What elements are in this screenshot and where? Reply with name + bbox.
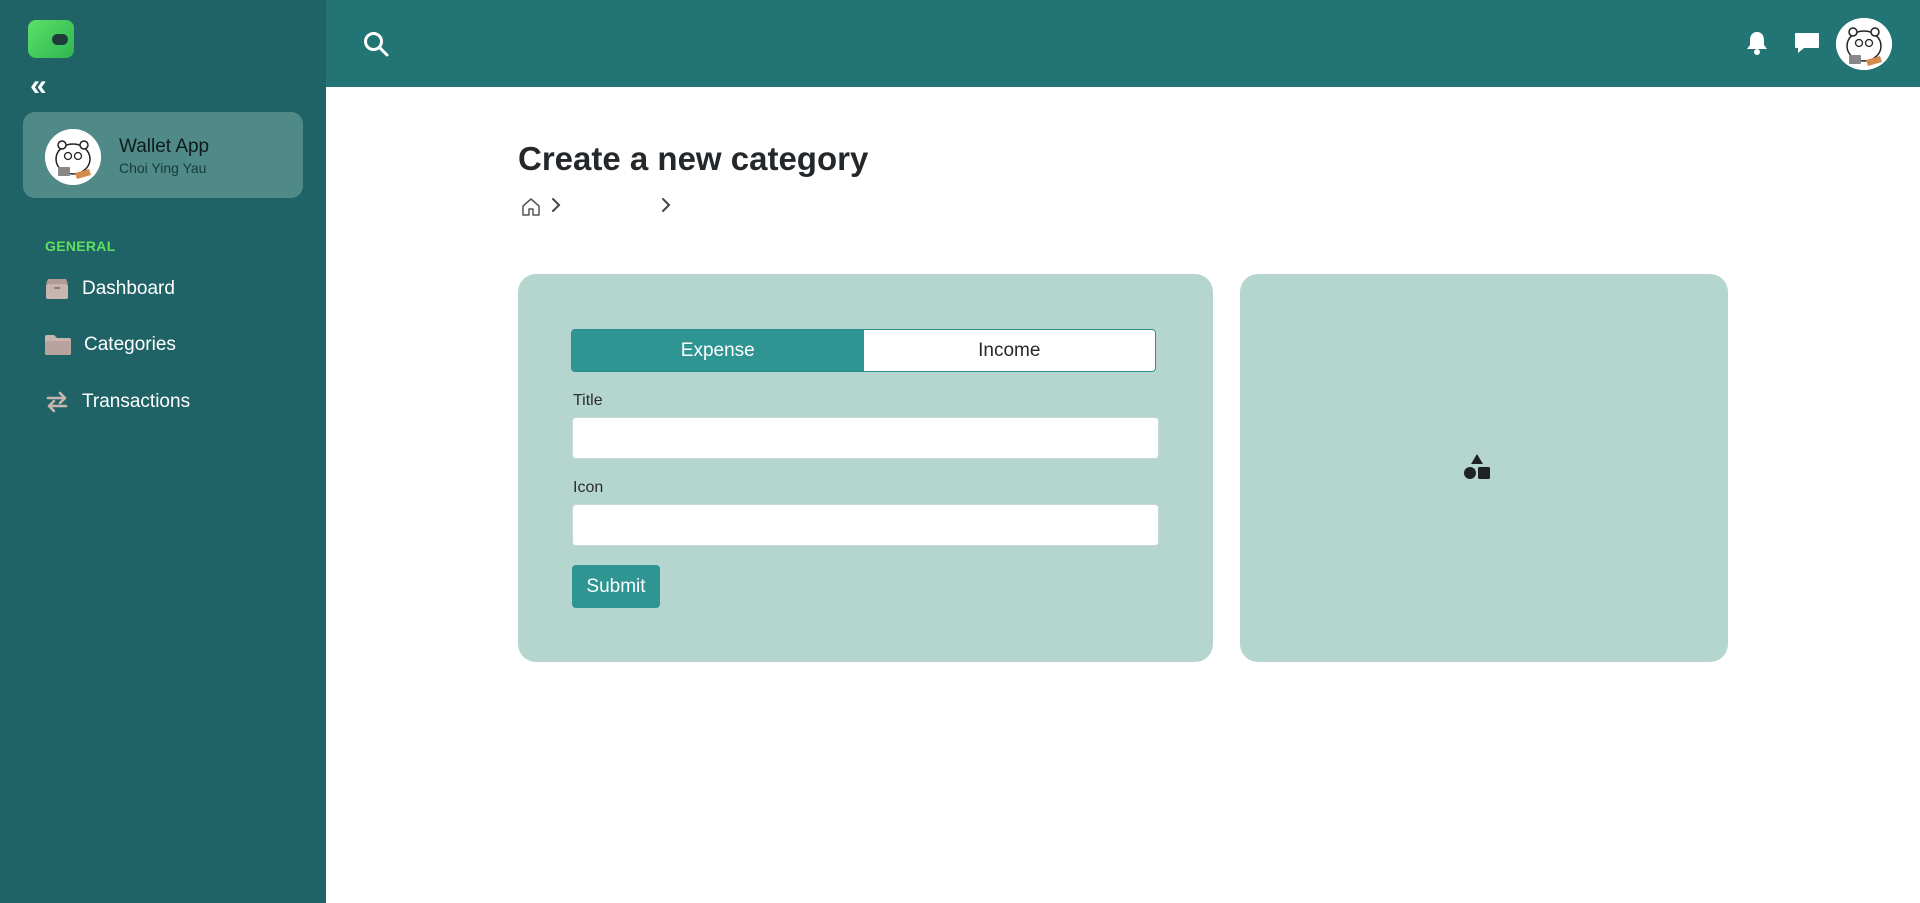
bell-icon[interactable] bbox=[1744, 30, 1770, 56]
avatar bbox=[45, 129, 101, 185]
category-form-card: Expense Income Title Icon Submit bbox=[518, 274, 1213, 662]
shapes-icon bbox=[1462, 452, 1492, 482]
sidebar: « Wallet App Choi Ying Yau GENERAL Dashb… bbox=[0, 0, 326, 903]
wallet-logo[interactable] bbox=[28, 20, 74, 58]
title-label: Title bbox=[573, 392, 603, 409]
submit-button[interactable]: Submit bbox=[572, 565, 660, 608]
section-label-general: GENERAL bbox=[45, 238, 116, 254]
title-input[interactable] bbox=[572, 417, 1159, 459]
arrows-exchange-icon bbox=[44, 390, 70, 414]
collapse-sidebar-icon[interactable]: « bbox=[30, 71, 58, 102]
sidebar-item-label: Transactions bbox=[82, 391, 191, 412]
sidebar-item-categories[interactable]: Categories bbox=[44, 329, 176, 361]
box-icon bbox=[44, 277, 70, 301]
icon-preview-card bbox=[1240, 274, 1728, 662]
user-avatar[interactable] bbox=[1836, 18, 1892, 70]
page-title: Create a new category bbox=[518, 140, 869, 177]
search-icon[interactable] bbox=[362, 30, 390, 58]
icon-label: Icon bbox=[573, 479, 604, 496]
sidebar-item-label: Categories bbox=[84, 334, 176, 355]
sidebar-item-transactions[interactable]: Transactions bbox=[44, 386, 190, 418]
toggle-expense[interactable]: Expense bbox=[572, 330, 864, 371]
breadcrumb bbox=[520, 195, 674, 219]
sidebar-item-dashboard[interactable]: Dashboard bbox=[44, 273, 175, 305]
toggle-income[interactable]: Income bbox=[863, 330, 1155, 371]
chevron-right-icon bbox=[660, 197, 674, 217]
app-name: Wallet App bbox=[119, 136, 210, 157]
user-name: Choi Ying Yau bbox=[119, 160, 207, 176]
type-toggle: Expense Income bbox=[571, 329, 1156, 372]
chat-icon[interactable] bbox=[1793, 30, 1821, 56]
home-icon[interactable] bbox=[520, 196, 542, 218]
folder-icon bbox=[44, 333, 72, 357]
topbar bbox=[326, 0, 1920, 87]
chevron-right-icon bbox=[550, 197, 564, 217]
icon-input[interactable] bbox=[572, 504, 1159, 546]
profile-card[interactable]: Wallet App Choi Ying Yau bbox=[23, 112, 303, 198]
sidebar-item-label: Dashboard bbox=[82, 278, 175, 299]
